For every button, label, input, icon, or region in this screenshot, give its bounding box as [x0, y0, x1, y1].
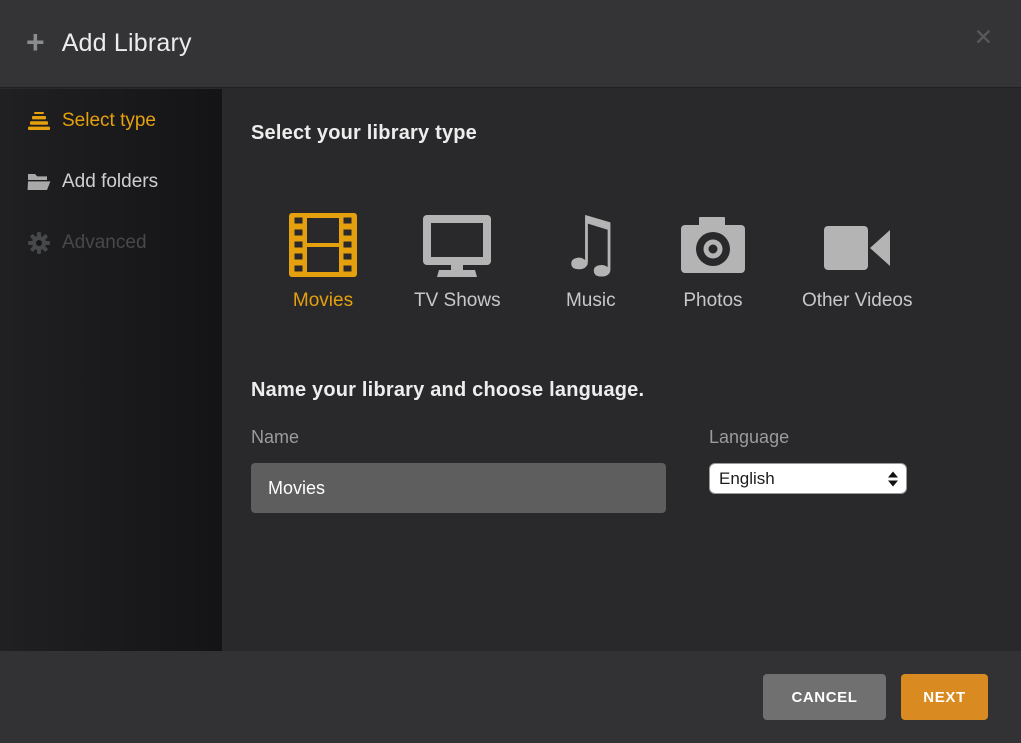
cancel-button[interactable]: CANCEL: [763, 674, 886, 720]
language-field-label: Language: [709, 427, 907, 448]
type-tile-movies[interactable]: Movies: [289, 211, 357, 312]
tv-icon: [423, 211, 491, 277]
plus-icon: +: [26, 26, 45, 58]
next-button[interactable]: NEXT: [901, 674, 988, 720]
gear-icon: [27, 232, 51, 254]
dialog-title: Add Library: [62, 29, 192, 58]
type-section-heading: Select your library type: [251, 122, 1021, 145]
type-label: Music: [566, 290, 616, 312]
type-tile-music[interactable]: ♫ Music: [558, 211, 624, 312]
type-label: Photos: [683, 290, 742, 312]
sidebar-item-advanced: Advanced: [0, 221, 222, 265]
sidebar-item-select-type[interactable]: Select type: [0, 99, 222, 143]
type-tile-other-videos[interactable]: Other Videos: [802, 211, 913, 312]
type-label: Movies: [293, 290, 353, 312]
sidebar-item-add-folders[interactable]: Add folders: [0, 160, 222, 204]
library-type-row: Movies TV Shows ♫ Music: [289, 211, 1021, 312]
sidebar-item-label: Select type: [62, 110, 156, 132]
type-tile-tv-shows[interactable]: TV Shows: [414, 211, 501, 312]
dialog-footer: CANCEL NEXT: [0, 651, 1021, 743]
name-language-form: Name Language English: [251, 427, 1021, 513]
type-tile-photos[interactable]: Photos: [681, 211, 745, 312]
stack-lines-icon: [27, 112, 51, 131]
camera-icon: [681, 211, 745, 277]
camcorder-icon: [824, 211, 890, 277]
type-label: Other Videos: [802, 290, 913, 312]
type-label: TV Shows: [414, 290, 501, 312]
dialog-header: + Add Library ✕: [0, 0, 1021, 88]
sidebar-item-label: Advanced: [62, 232, 147, 254]
name-section-heading: Name your library and choose language.: [251, 379, 1021, 402]
close-icon[interactable]: ✕: [974, 26, 993, 49]
film-icon: [289, 211, 357, 277]
wizard-sidebar: Select type Add folders Advanc: [0, 89, 222, 651]
folder-open-icon: [27, 173, 51, 191]
language-select[interactable]: English: [709, 463, 907, 494]
library-name-input[interactable]: [251, 463, 666, 513]
name-field-label: Name: [251, 427, 666, 448]
sidebar-item-label: Add folders: [62, 171, 158, 193]
wizard-content: Select your library type: [223, 89, 1021, 651]
music-note-icon: ♫: [558, 211, 624, 277]
